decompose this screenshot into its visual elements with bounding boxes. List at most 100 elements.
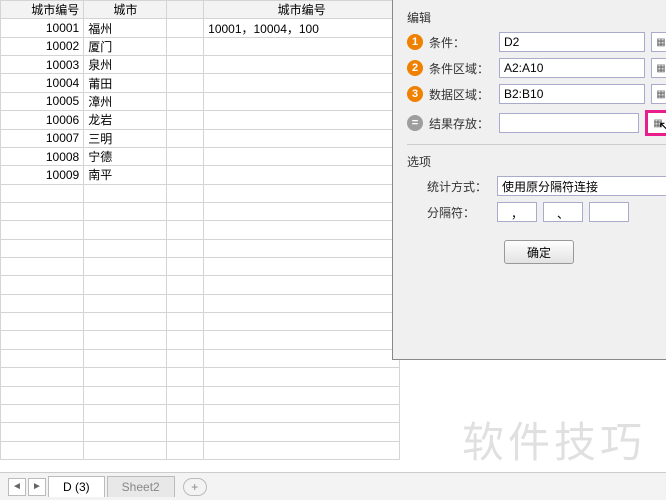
cell[interactable] xyxy=(1,423,84,441)
cell[interactable] xyxy=(1,368,84,386)
cell[interactable] xyxy=(167,441,204,459)
cell[interactable]: 10004 xyxy=(1,74,84,92)
column-header[interactable]: 城市编号 xyxy=(204,1,400,19)
cell[interactable]: 10008 xyxy=(1,147,84,165)
cond-range-input[interactable] xyxy=(499,58,645,78)
cell[interactable]: 漳州 xyxy=(84,92,167,110)
cell[interactable] xyxy=(1,258,84,276)
cell[interactable] xyxy=(204,147,400,165)
cell[interactable] xyxy=(1,294,84,312)
cell[interactable] xyxy=(84,294,167,312)
cell[interactable] xyxy=(204,441,400,459)
cell[interactable] xyxy=(204,239,400,257)
tab-inactive[interactable]: Sheet2 xyxy=(107,476,175,497)
column-header[interactable]: 城市编号 xyxy=(1,1,84,19)
cell[interactable] xyxy=(167,349,204,367)
cell[interactable] xyxy=(167,147,204,165)
cell[interactable]: 10005 xyxy=(1,92,84,110)
cell[interactable] xyxy=(1,276,84,294)
cell[interactable]: 10006 xyxy=(1,111,84,129)
cell[interactable] xyxy=(84,239,167,257)
cell[interactable] xyxy=(167,166,204,184)
cell[interactable] xyxy=(84,313,167,331)
data-range-input[interactable] xyxy=(499,84,645,104)
cell[interactable] xyxy=(167,129,204,147)
cond-range-picker-icon[interactable]: ▦ xyxy=(651,58,666,78)
cell[interactable]: 10001，10004，100 xyxy=(204,19,400,37)
cell[interactable] xyxy=(204,184,400,202)
cell[interactable] xyxy=(1,239,84,257)
cell[interactable] xyxy=(167,202,204,220)
cell[interactable] xyxy=(84,349,167,367)
cell[interactable] xyxy=(1,386,84,404)
cell[interactable] xyxy=(167,221,204,239)
cell[interactable] xyxy=(1,313,84,331)
cell[interactable] xyxy=(1,349,84,367)
tab-active[interactable]: D (3) xyxy=(48,476,105,497)
cell[interactable] xyxy=(167,74,204,92)
spreadsheet-grid[interactable]: 城市编号城市城市编号10001福州10001，10004，10010002厦门1… xyxy=(0,0,400,460)
cell[interactable] xyxy=(167,92,204,110)
cell[interactable] xyxy=(167,276,204,294)
cell[interactable] xyxy=(204,129,400,147)
result-loc-picker-icon[interactable]: ▦↖ xyxy=(645,110,666,136)
cell[interactable]: 南平 xyxy=(84,166,167,184)
cell[interactable]: 宁德 xyxy=(84,147,167,165)
cell[interactable] xyxy=(1,184,84,202)
tab-next-icon[interactable]: ► xyxy=(28,478,46,496)
cell[interactable]: 10003 xyxy=(1,56,84,74)
separator-option-1[interactable]: ， xyxy=(497,202,537,222)
tab-prev-icon[interactable]: ◄ xyxy=(8,478,26,496)
cell[interactable] xyxy=(84,386,167,404)
ok-button[interactable]: 确定 xyxy=(504,240,574,264)
cell[interactable] xyxy=(204,56,400,74)
cell[interactable] xyxy=(204,368,400,386)
cell[interactable] xyxy=(167,423,204,441)
cell[interactable] xyxy=(167,37,204,55)
cell[interactable] xyxy=(84,404,167,422)
stat-method-select[interactable]: 使用原分隔符连接 xyxy=(497,176,666,196)
cell[interactable] xyxy=(1,202,84,220)
cell[interactable]: 10009 xyxy=(1,166,84,184)
cell[interactable] xyxy=(204,202,400,220)
cell[interactable]: 10002 xyxy=(1,37,84,55)
cell[interactable] xyxy=(204,258,400,276)
cell[interactable] xyxy=(1,441,84,459)
cell[interactable] xyxy=(84,184,167,202)
cell[interactable] xyxy=(84,276,167,294)
cell[interactable]: 厦门 xyxy=(84,37,167,55)
cell[interactable] xyxy=(167,404,204,422)
cell[interactable]: 三明 xyxy=(84,129,167,147)
cell[interactable] xyxy=(204,92,400,110)
cell[interactable]: 泉州 xyxy=(84,56,167,74)
cell[interactable] xyxy=(84,423,167,441)
cell[interactable] xyxy=(167,313,204,331)
cell[interactable] xyxy=(167,368,204,386)
cell[interactable]: 10001 xyxy=(1,19,84,37)
cell[interactable]: 莆田 xyxy=(84,74,167,92)
add-sheet-icon[interactable]: + xyxy=(183,478,207,496)
column-header[interactable] xyxy=(167,1,204,19)
cell[interactable] xyxy=(204,37,400,55)
cell[interactable] xyxy=(84,368,167,386)
cell[interactable] xyxy=(167,239,204,257)
cell[interactable] xyxy=(204,294,400,312)
result-loc-input[interactable] xyxy=(499,113,639,133)
cell[interactable] xyxy=(167,258,204,276)
cell[interactable] xyxy=(167,19,204,37)
cell[interactable] xyxy=(167,56,204,74)
cell[interactable] xyxy=(167,386,204,404)
cell[interactable] xyxy=(204,331,400,349)
cell[interactable] xyxy=(84,441,167,459)
cell[interactable] xyxy=(84,202,167,220)
data-range-picker-icon[interactable]: ▦ xyxy=(651,84,666,104)
cond-input[interactable] xyxy=(499,32,645,52)
separator-option-3[interactable] xyxy=(589,202,629,222)
cell[interactable] xyxy=(204,349,400,367)
cell[interactable] xyxy=(204,423,400,441)
cell[interactable] xyxy=(84,221,167,239)
cell[interactable] xyxy=(204,166,400,184)
cell[interactable] xyxy=(1,331,84,349)
cell[interactable]: 福州 xyxy=(84,19,167,37)
cond-picker-icon[interactable]: ▦ xyxy=(651,32,666,52)
